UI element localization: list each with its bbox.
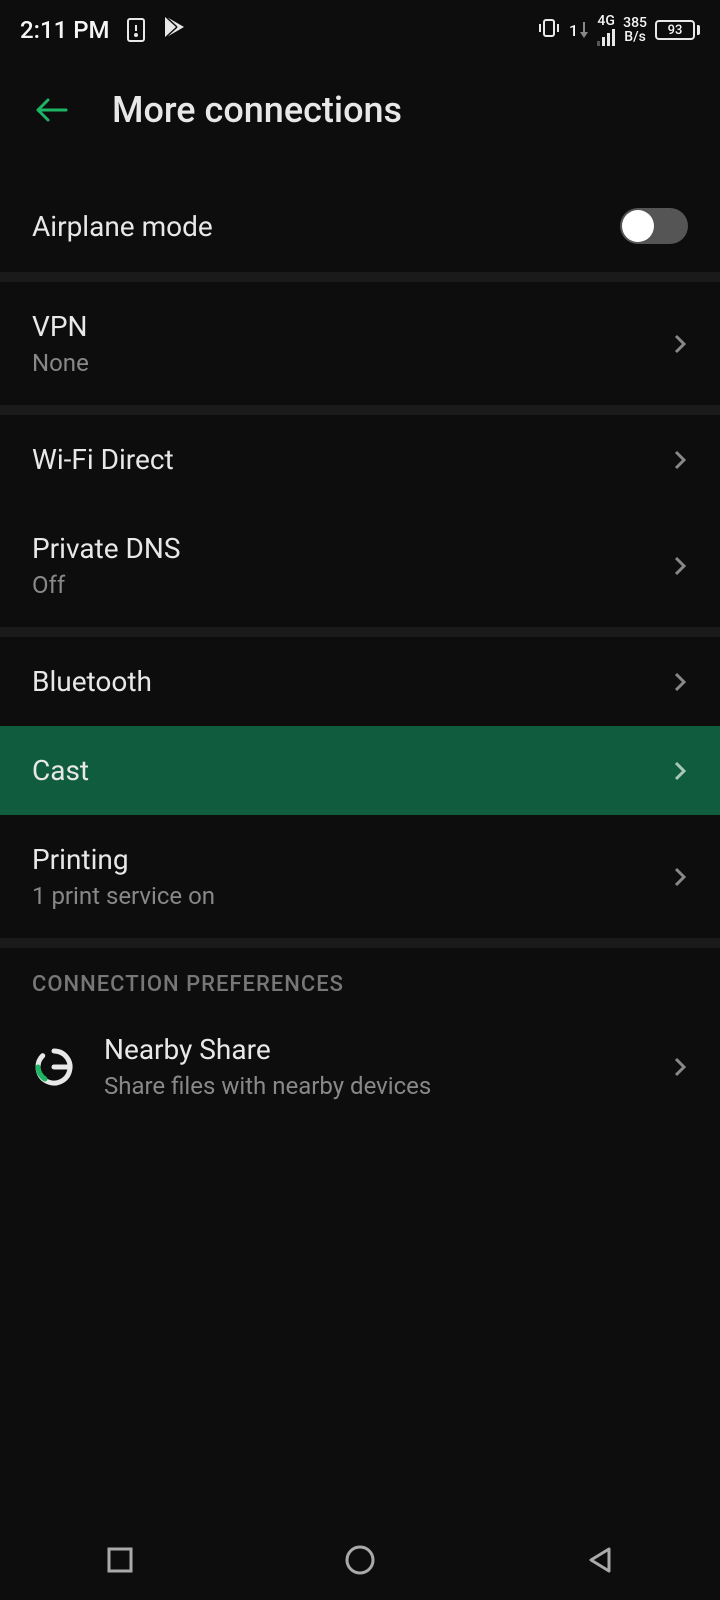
chevron-right-icon — [672, 668, 688, 696]
wifi-direct-label: Wi-Fi Direct — [32, 443, 174, 476]
status-right: 1 4G 385 B/s 93 — [537, 14, 700, 46]
printing-status: 1 print service on — [32, 882, 215, 910]
nearby-share-label: Nearby Share — [104, 1033, 644, 1066]
signal-icon — [597, 28, 615, 46]
cast-label: Cast — [32, 754, 89, 787]
status-bar: 2:11 PM 1 — [0, 0, 720, 60]
google-icon — [32, 1045, 76, 1089]
network-type: 4G — [597, 14, 615, 46]
app-header: More connections — [0, 60, 720, 160]
connection-preferences-header: CONNECTION PREFERENCES — [0, 948, 720, 1009]
chevron-right-icon — [672, 757, 688, 785]
sim-indicator: 1 — [569, 21, 589, 40]
home-button[interactable] — [342, 1542, 378, 1578]
vpn-label: VPN — [32, 310, 89, 343]
divider — [0, 272, 720, 282]
divider — [0, 405, 720, 415]
private-dns-status: Off — [32, 571, 180, 599]
back-button[interactable] — [32, 90, 72, 130]
play-store-icon — [162, 14, 188, 46]
airplane-mode-item[interactable]: Airplane mode — [0, 180, 720, 272]
chevron-right-icon — [672, 552, 688, 580]
chevron-right-icon — [672, 863, 688, 891]
page-title: More connections — [112, 89, 402, 131]
vibrate-icon — [537, 18, 561, 43]
printing-label: Printing — [32, 843, 215, 876]
divider — [0, 938, 720, 948]
wifi-direct-item[interactable]: Wi-Fi Direct — [0, 415, 720, 504]
status-time: 2:11 PM — [20, 16, 110, 44]
status-left: 2:11 PM — [20, 14, 188, 46]
vpn-item[interactable]: VPN None — [0, 282, 720, 405]
bluetooth-label: Bluetooth — [32, 665, 152, 698]
nearby-share-item[interactable]: Nearby Share Share files with nearby dev… — [0, 1009, 720, 1124]
chevron-right-icon — [672, 330, 688, 358]
navigation-bar — [0, 1520, 720, 1600]
airplane-mode-toggle[interactable] — [620, 208, 688, 244]
recent-apps-button[interactable] — [102, 1542, 138, 1578]
cast-item[interactable]: Cast — [0, 726, 720, 815]
battery-icon: 93 — [655, 20, 700, 40]
private-dns-item[interactable]: Private DNS Off — [0, 504, 720, 627]
printing-item[interactable]: Printing 1 print service on — [0, 815, 720, 938]
chevron-right-icon — [672, 1053, 688, 1081]
bluetooth-item[interactable]: Bluetooth — [0, 637, 720, 726]
divider — [0, 627, 720, 637]
nearby-share-sub: Share files with nearby devices — [104, 1072, 644, 1100]
back-nav-button[interactable] — [582, 1542, 618, 1578]
data-rate: 385 B/s — [623, 16, 647, 44]
chevron-right-icon — [672, 446, 688, 474]
vpn-status: None — [32, 349, 89, 377]
private-dns-label: Private DNS — [32, 532, 180, 565]
airplane-mode-label: Airplane mode — [32, 210, 213, 243]
sim-card-alert-icon — [126, 17, 146, 43]
